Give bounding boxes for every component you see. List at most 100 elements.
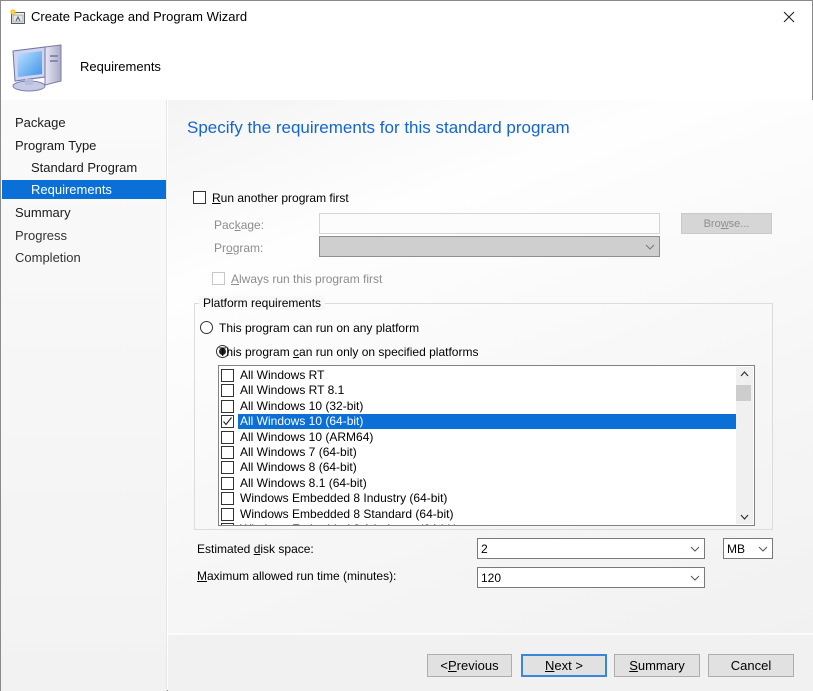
window-title: Create Package and Program Wizard <box>31 9 248 24</box>
wizard-header: Requirements <box>1 33 812 100</box>
scroll-up-icon[interactable] <box>740 371 749 377</box>
platform-label: All Windows 10 (64-bit) <box>238 414 737 430</box>
platform-list-item[interactable]: All Windows RT 8.1 <box>221 383 737 398</box>
sidebar-item-label: Progress <box>15 228 68 243</box>
platform-list-item[interactable]: All Windows 10 (ARM64) <box>221 430 737 445</box>
sidebar-item-standard-program: Standard Program <box>2 158 166 177</box>
chevron-down-icon <box>758 546 768 552</box>
platform-checkbox[interactable] <box>221 507 234 521</box>
platform-checkbox[interactable] <box>221 492 234 506</box>
sidebar-item-progress: Progress <box>2 226 166 245</box>
mnemonic: N <box>545 658 555 673</box>
platform-list-item[interactable]: All Windows 8.1 (64-bit) <box>221 476 737 491</box>
label-text: an run only on specified platforms <box>299 345 479 359</box>
computer-icon <box>9 41 65 93</box>
summary-button[interactable]: Summary <box>614 654 700 677</box>
next-button[interactable]: Next > <box>521 654 607 677</box>
sidebar-item-label: Summary <box>15 205 71 220</box>
package-label: Package: <box>214 218 264 232</box>
platform-list-item[interactable]: All Windows 8 (64-bit) <box>221 460 737 475</box>
platform-list-item[interactable]: Windows Embedded 8.1 Industry (64-bit) <box>221 522 737 525</box>
disk-unit-dropdown[interactable]: MB <box>723 538 773 559</box>
platform-label: Windows Embedded 8 Standard (64-bit) <box>240 506 454 521</box>
wizard-window: Create Package and Program Wizard Requir… <box>0 0 813 691</box>
platform-checkbox[interactable] <box>221 446 234 459</box>
platform-checkbox[interactable] <box>221 415 234 429</box>
platform-list-item[interactable]: All Windows 10 (32-bit) <box>221 399 737 414</box>
sidebar-item-summary: Summary <box>2 203 166 222</box>
label-text: Pac <box>214 218 235 232</box>
browse-button[interactable]: Bro w se... <box>681 213 772 234</box>
disk-space-dropdown[interactable]: 2 <box>477 538 705 559</box>
sidebar-item-package: Package <box>2 113 166 132</box>
page-heading: Specify the requirements for this standa… <box>187 118 570 137</box>
scrollbar-thumb[interactable] <box>736 385 751 401</box>
mnemonic: A <box>231 272 240 286</box>
wizard-footer: < Previous Next > Summary Cancel <box>168 633 813 691</box>
platform-checkbox[interactable] <box>221 399 234 413</box>
label-text: Pr <box>214 241 226 255</box>
platforms-scrollbar[interactable] <box>736 367 753 524</box>
run-another-program-label[interactable]: Run another program first <box>212 191 349 205</box>
header-title: Requirements <box>80 59 161 74</box>
label-text: This program <box>219 345 294 359</box>
label-text: se... <box>728 217 750 230</box>
label-text: < <box>440 658 448 673</box>
sidebar-item-program-type: Program Type <box>2 136 166 155</box>
any-platform-radio[interactable] <box>200 321 213 334</box>
label-text: lways run this program first <box>239 272 383 286</box>
platform-checkbox[interactable] <box>221 476 234 490</box>
label-text: Estimated <box>197 542 254 556</box>
program-dropdown[interactable] <box>319 236 660 257</box>
platform-checkbox[interactable] <box>221 523 234 525</box>
label-text: ext > <box>554 658 583 673</box>
platform-checkbox[interactable] <box>221 384 234 398</box>
mnemonic: S <box>629 658 638 673</box>
disk-space-value: 2 <box>481 542 488 556</box>
platform-checkbox[interactable] <box>221 461 234 475</box>
wizard-steps-sidebar: Package Program Type Standard Program Re… <box>1 100 167 691</box>
platform-label: Windows Embedded 8 Industry (64-bit) <box>240 491 448 506</box>
max-runtime-dropdown[interactable]: 120 <box>477 567 705 588</box>
label-text: ummary <box>637 658 685 673</box>
platform-checkbox[interactable] <box>221 369 234 382</box>
platform-list-item[interactable]: All Windows 10 (64-bit) <box>221 414 737 430</box>
specified-platforms-label[interactable]: This program can run only on specified p… <box>219 345 478 359</box>
platform-requirements-legend: Platform requirements <box>199 296 326 310</box>
platform-label: Windows Embedded 8.1 Industry (64-bit) <box>238 522 459 525</box>
package-input[interactable] <box>319 213 660 234</box>
label-text: aximum allowed run time (minutes): <box>207 569 397 583</box>
run-another-program-checkbox[interactable] <box>193 191 206 204</box>
mnemonic: w <box>720 217 729 230</box>
sidebar-item-label: Completion <box>15 250 81 265</box>
platform-label: All Windows 8 (64-bit) <box>240 460 357 475</box>
platform-label: All Windows RT 8.1 <box>240 383 345 398</box>
platform-label: All Windows 10 (ARM64) <box>240 429 374 444</box>
sidebar-item-completion: Completion <box>2 248 166 267</box>
always-run-checkbox[interactable] <box>212 272 225 285</box>
sidebar-item-label: Requirements <box>31 182 112 197</box>
scroll-down-icon[interactable] <box>740 514 749 520</box>
platform-list-item[interactable]: Windows Embedded 8 Standard (64-bit) <box>221 507 737 522</box>
chevron-down-icon <box>645 244 655 250</box>
checkmark-icon <box>223 417 232 426</box>
disk-unit-value: MB <box>727 542 745 556</box>
close-button[interactable] <box>766 1 812 33</box>
any-platform-label[interactable]: This program can run on any platform <box>219 321 419 335</box>
label-text: age: <box>240 218 265 232</box>
platform-list-item[interactable]: All Windows RT <box>221 368 737 383</box>
previous-button[interactable]: < Previous <box>427 654 512 677</box>
label-text: isk space: <box>260 542 314 556</box>
sidebar-item-requirements: Requirements <box>2 180 166 199</box>
program-label: Program: <box>214 241 263 255</box>
platform-checkbox[interactable] <box>221 430 234 444</box>
platform-list-item[interactable]: Windows Embedded 8 Industry (64-bit) <box>221 491 737 506</box>
platform-list-item[interactable]: All Windows 7 (64-bit) <box>221 445 737 460</box>
label-text: gram: <box>232 241 264 255</box>
platform-label: All Windows 8.1 (64-bit) <box>240 475 367 490</box>
chevron-down-icon <box>690 575 700 581</box>
platforms-listbox[interactable]: All Windows RT All Windows RT 8.1 All Wind… <box>218 365 755 526</box>
label-text: Bro <box>703 217 721 230</box>
cancel-button[interactable]: Cancel <box>708 654 794 677</box>
wizard-content: Specify the requirements for this standa… <box>168 100 813 633</box>
